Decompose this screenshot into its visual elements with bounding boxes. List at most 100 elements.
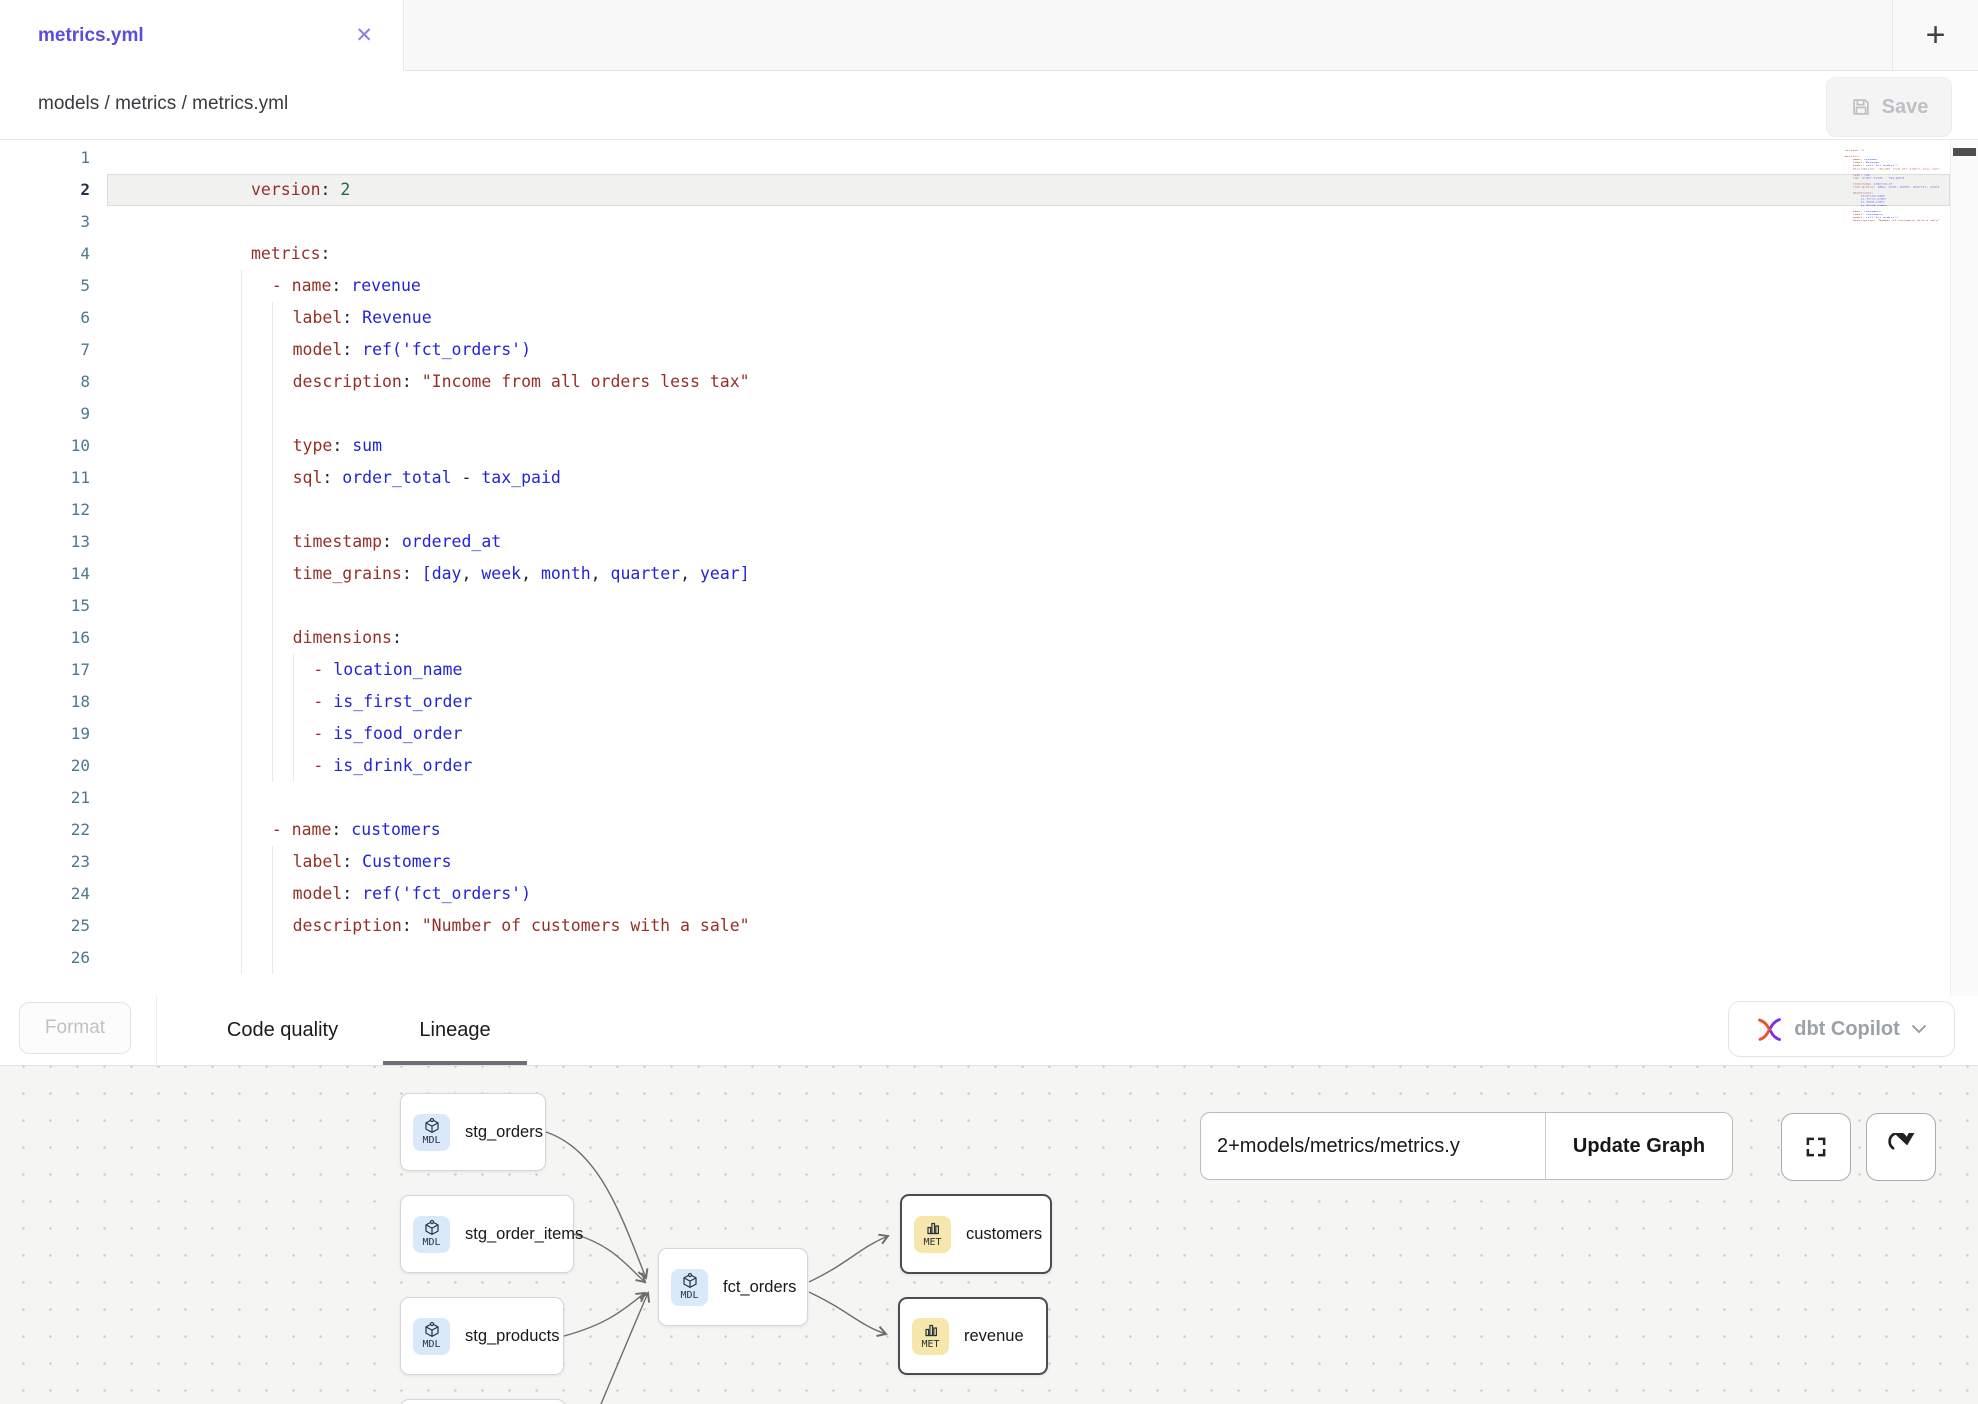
dbt-copilot-icon [1756, 1016, 1783, 1043]
code-line: 24model: ref('fct_orders') [0, 878, 1950, 910]
refresh-icon [1887, 1133, 1915, 1161]
code-line-content: model: ref('fct_orders') [107, 334, 1950, 366]
code-editor[interactable]: 12version: 234metrics:5- name: revenue6l… [0, 140, 1978, 996]
line-number: 18 [0, 686, 90, 718]
line-number: 6 [0, 302, 90, 334]
lineage-node-partial[interactable]: MDL [400, 1399, 566, 1404]
lineage-node-stg_orders[interactable]: MDLstg_orders [400, 1093, 546, 1171]
model-icon: MDL [413, 1114, 450, 1151]
new-tab-icon[interactable]: + [1926, 18, 1946, 52]
node-badge: MDL [422, 1135, 440, 1146]
lineage-canvas[interactable]: MDLstg_orders MDLstg_order_items MDL stg_… [0, 1066, 1978, 1404]
code-lines: 12version: 234metrics:5- name: revenue6l… [0, 142, 1950, 974]
line-number: 13 [0, 526, 90, 558]
bottom-toolbar: Format Code qualityLineage dbt Copilot [0, 996, 1978, 1066]
lineage-filter-input[interactable] [1201, 1113, 1545, 1179]
new-tab-cell: + [1892, 0, 1978, 71]
code-line: 1 [0, 142, 1950, 174]
minimap-content: version: 2metrics:- name: revenuelabel: … [1843, 146, 1863, 225]
line-number: 14 [0, 558, 90, 590]
line-number: 7 [0, 334, 90, 366]
code-line-content: description: "Income from all orders les… [107, 366, 1950, 398]
line-number: 25 [0, 910, 90, 942]
format-button[interactable]: Format [19, 1002, 131, 1054]
line-number: 15 [0, 590, 90, 622]
tab-code-quality[interactable]: Code quality [195, 996, 370, 1065]
tab-lineage[interactable]: Lineage [383, 996, 527, 1065]
code-line: 14 time_grains: [day, week, month, quarte… [0, 558, 1950, 590]
chevron-down-icon [1911, 1024, 1927, 1034]
tab-bar: metrics.yml ✕ + [0, 0, 1978, 72]
node-label: fct_orders [723, 1278, 796, 1297]
code-line-content [107, 494, 1950, 526]
dbt-copilot-button[interactable]: dbt Copilot [1728, 1001, 1955, 1057]
code-line: 15 [0, 590, 1950, 622]
line-number: 12 [0, 494, 90, 526]
scrollbar-thumb[interactable] [1953, 148, 1976, 156]
code-line-content: timestamp: ordered_at [107, 526, 1950, 558]
code-line: 18 - is_first_order [0, 686, 1950, 718]
lineage-node-customers[interactable]: METcustomers [900, 1194, 1052, 1274]
code-line-content: dimensions: [107, 622, 1950, 654]
code-line-content: - name: revenue [107, 270, 1950, 302]
save-icon [1850, 96, 1872, 118]
model-icon: MDL [413, 1318, 450, 1355]
code-line: 16 dimensions: [0, 622, 1950, 654]
metric-icon: MET [912, 1318, 949, 1355]
code-line-content: type: sum [107, 430, 1950, 462]
code-line: 19- is_food_order [0, 718, 1950, 750]
node-badge: MDL [680, 1290, 698, 1301]
fullscreen-button[interactable] [1781, 1113, 1851, 1181]
code-line-content: - is_first_order [107, 686, 1950, 718]
tab-metrics-yml[interactable]: metrics.yml ✕ [0, 0, 404, 71]
code-line: 2version: 2 [0, 174, 1950, 206]
copilot-label: dbt Copilot [1794, 1018, 1900, 1041]
editor-scrollbar[interactable] [1950, 140, 1978, 996]
line-number: 2 [0, 174, 90, 206]
code-line-content: - name: customers [107, 814, 1950, 846]
line-number: 16 [0, 622, 90, 654]
code-line: 11sql: order_total - tax_paid [0, 462, 1950, 494]
node-badge: MDL [422, 1237, 440, 1248]
lineage-node-revenue[interactable]: METrevenue [898, 1297, 1048, 1375]
code-line-content [107, 206, 1950, 238]
code-line: 7 model: ref('fct_orders') [0, 334, 1950, 366]
code-line: 10type: sum [0, 430, 1950, 462]
refresh-button[interactable] [1866, 1113, 1936, 1181]
code-line: 4metrics: [0, 238, 1950, 270]
code-line: 23label: Customers [0, 846, 1950, 878]
ide-window: metrics.yml ✕ + models / metrics / metri… [0, 0, 1978, 1404]
line-number: 3 [0, 206, 90, 238]
close-icon[interactable]: ✕ [355, 25, 373, 46]
node-badge: MET [923, 1237, 941, 1248]
node-badge: MDL [422, 1339, 440, 1350]
line-number: 9 [0, 398, 90, 430]
code-line-content: metrics: [107, 238, 1950, 270]
file-header-row: models / metrics / metrics.yml Save [0, 72, 1978, 140]
line-number: 11 [0, 462, 90, 494]
code-line: 13 timestamp: ordered_at [0, 526, 1950, 558]
update-graph-button[interactable]: Update Graph [1545, 1113, 1732, 1179]
lineage-node-stg_products[interactable]: MDL stg_products [400, 1297, 564, 1375]
code-line-content: time_grains: [day, week, month, quarter,… [107, 558, 1950, 590]
line-number: 21 [0, 782, 90, 814]
line-number: 8 [0, 366, 90, 398]
code-line: 22- name: customers [0, 814, 1950, 846]
code-line-content [107, 942, 1950, 974]
code-line: 8 description: "Income from all orders le… [0, 366, 1950, 398]
breadcrumb: models / metrics / metrics.yml [38, 93, 288, 115]
line-number: 19 [0, 718, 90, 750]
minimap[interactable]: version: 2metrics:- name: revenuelabel: … [1843, 146, 1950, 266]
code-line: 20- is_drink_order [0, 750, 1950, 782]
line-number: 26 [0, 942, 90, 974]
lineage-node-fct_orders[interactable]: MDL fct_orders [658, 1248, 808, 1326]
code-line-content: model: ref('fct_orders') [107, 878, 1950, 910]
code-line-content: - location_name [107, 654, 1950, 686]
save-button[interactable]: Save [1826, 77, 1952, 137]
node-label: stg_products [465, 1327, 559, 1346]
code-line-content [107, 398, 1950, 430]
lineage-node-stg_order_items[interactable]: MDLstg_order_items [400, 1195, 574, 1273]
lineage-filter-box: Update Graph [1200, 1112, 1733, 1180]
code-line: 3 [0, 206, 1950, 238]
line-number: 5 [0, 270, 90, 302]
